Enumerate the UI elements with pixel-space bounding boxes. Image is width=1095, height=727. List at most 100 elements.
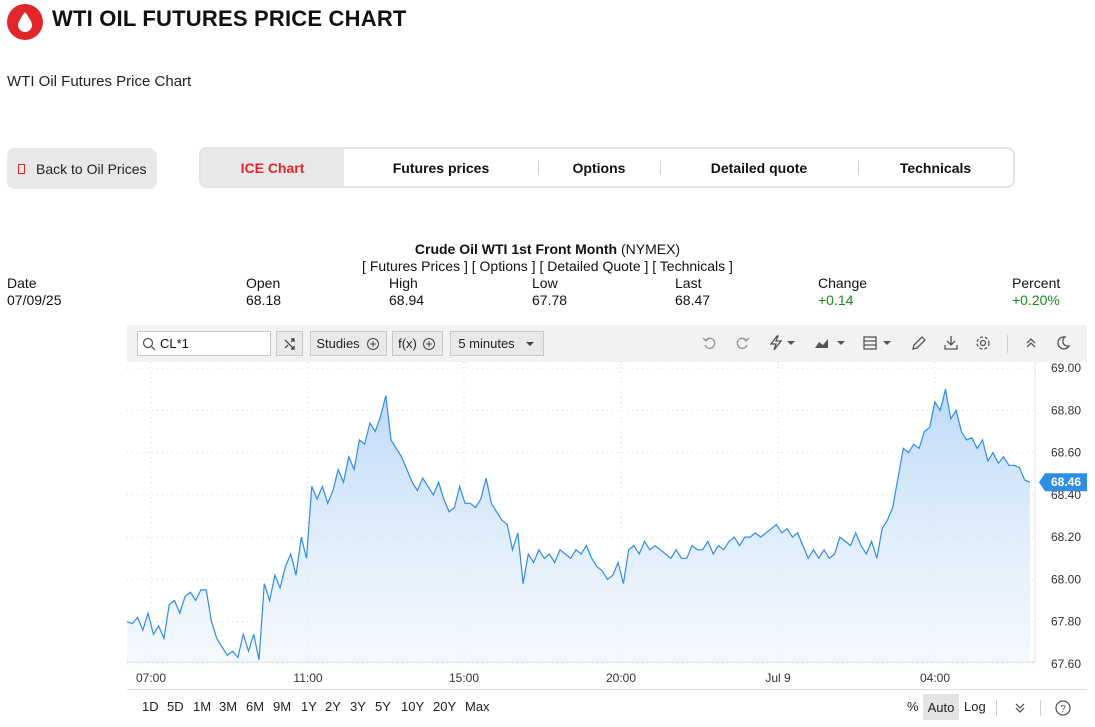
x-tick-label: 07:00 xyxy=(136,671,166,685)
interval-label: 5 minutes xyxy=(458,336,515,351)
high-label: High xyxy=(389,275,418,291)
back-icon xyxy=(18,163,25,174)
x-tick-label: Jul 9 xyxy=(765,671,791,685)
instrument-name: Crude Oil WTI 1st Front Month xyxy=(414,241,618,257)
settings-icon[interactable] xyxy=(973,333,993,353)
range-3m[interactable]: 3M xyxy=(219,699,237,714)
toolbar-divider xyxy=(1007,335,1008,353)
last-value: 68.47 xyxy=(675,292,711,308)
chevron-down-icon xyxy=(525,341,534,346)
undo-icon[interactable] xyxy=(700,333,720,353)
percent-scale-button[interactable]: % xyxy=(907,699,919,714)
low-label: Low xyxy=(532,275,558,291)
last-price-label: 68.46 xyxy=(1051,475,1081,489)
function-label: f(x) xyxy=(398,336,417,351)
auto-scale-button[interactable]: Auto xyxy=(923,694,959,720)
range-divider xyxy=(996,700,997,716)
pencil-icon[interactable] xyxy=(909,333,929,353)
y-tick-label: 69.00 xyxy=(1051,362,1081,375)
range-2y[interactable]: 2Y xyxy=(325,699,341,714)
plus-circle-icon xyxy=(366,337,379,350)
lightning-icon[interactable] xyxy=(765,333,799,353)
open-value: 68.18 xyxy=(246,292,282,308)
range-10y[interactable]: 10Y xyxy=(401,699,424,714)
last-label: Last xyxy=(675,275,702,291)
range-1d[interactable]: 1D xyxy=(142,699,159,714)
percent-label: Percent xyxy=(1012,275,1061,291)
high-value: 68.94 xyxy=(389,292,425,308)
x-tick-label: 15:00 xyxy=(449,671,479,685)
exchange-name: (NYMEX) xyxy=(620,241,681,257)
back-button-label: Back to Oil Prices xyxy=(36,160,147,177)
range-1y[interactable]: 1Y xyxy=(301,699,317,714)
svg-text:?: ? xyxy=(1060,704,1066,715)
change-value: +0.14 xyxy=(818,292,854,308)
page-title: WTI OIL FUTURES PRICE CHART xyxy=(52,6,407,31)
instrument-title: Crude Oil WTI 1st Front Month (NYMEX) xyxy=(0,241,1095,257)
symbol-input[interactable] xyxy=(160,336,260,351)
expand-down-icon[interactable] xyxy=(1012,700,1028,719)
percent-value: +0.20% xyxy=(1012,292,1060,308)
open-label: Open xyxy=(246,275,281,291)
interval-select[interactable]: 5 minutes xyxy=(450,331,544,356)
price-chart-svg: 69.0068.8068.6068.4068.2068.0067.8067.60… xyxy=(126,361,1087,685)
quote-links[interactable]: [ Futures Prices ] [ Options ] [ Detaile… xyxy=(0,258,1095,274)
layout-icon[interactable] xyxy=(861,333,895,353)
range-20y[interactable]: 20Y xyxy=(433,699,456,714)
date-label: Date xyxy=(7,275,37,291)
x-tick-label: 20:00 xyxy=(606,671,636,685)
chart-tabs: ICE Chart Futures prices Options Detaile… xyxy=(199,147,1015,188)
y-tick-label: 68.00 xyxy=(1051,572,1081,586)
chart-bottom-divider xyxy=(127,689,1087,690)
download-icon[interactable] xyxy=(941,333,961,353)
change-label: Change xyxy=(818,275,868,291)
chart-toolbar: Studies f(x) 5 minutes xyxy=(127,325,1087,362)
price-area xyxy=(127,389,1030,662)
range-1m[interactable]: 1M xyxy=(193,699,211,714)
function-button[interactable]: f(x) xyxy=(392,331,443,356)
tab-label: ICE Chart xyxy=(240,159,305,176)
search-icon xyxy=(142,337,156,350)
collapse-up-icon[interactable] xyxy=(1021,333,1041,353)
range-3y[interactable]: 3Y xyxy=(350,699,366,714)
page-subtitle: WTI Oil Futures Price Chart xyxy=(7,73,192,90)
tab-detailed-quote[interactable]: Detailed quote xyxy=(660,149,858,186)
date-value: 07/09/25 xyxy=(7,292,62,308)
tab-label: Futures prices xyxy=(392,159,490,176)
log-scale-button[interactable]: Log xyxy=(964,699,986,714)
x-tick-label: 11:00 xyxy=(293,671,322,685)
tab-technicals[interactable]: Technicals xyxy=(858,149,1013,186)
y-tick-label: 67.80 xyxy=(1051,615,1081,629)
y-tick-label: 68.80 xyxy=(1051,403,1081,417)
tab-ice-chart[interactable]: ICE Chart xyxy=(201,149,344,186)
range-5d[interactable]: 5D xyxy=(167,699,184,714)
range-6m[interactable]: 6M xyxy=(246,699,264,714)
range-9m[interactable]: 9M xyxy=(273,699,291,714)
y-tick-label: 68.60 xyxy=(1051,446,1081,460)
redo-icon[interactable] xyxy=(732,333,752,353)
studies-button[interactable]: Studies xyxy=(310,331,387,356)
auto-scale-label: Auto xyxy=(927,699,955,715)
tab-options[interactable]: Options xyxy=(538,149,660,186)
shuffle-icon xyxy=(284,337,295,350)
compare-button[interactable] xyxy=(276,331,303,356)
help-icon[interactable]: ? xyxy=(1054,699,1072,720)
studies-label: Studies xyxy=(316,336,360,351)
tab-futures-prices[interactable]: Futures prices xyxy=(344,149,538,186)
plus-circle-icon xyxy=(422,337,435,350)
range-5y[interactable]: 5Y xyxy=(375,699,391,714)
tab-label: Detailed quote xyxy=(710,159,808,176)
dark-mode-icon[interactable] xyxy=(1053,333,1073,353)
y-tick-label: 68.20 xyxy=(1051,530,1081,544)
tab-label: Technicals xyxy=(899,159,972,176)
low-value: 67.78 xyxy=(532,292,568,308)
back-to-oil-prices-button[interactable]: Back to Oil Prices xyxy=(7,148,157,189)
symbol-search[interactable] xyxy=(137,331,271,356)
oil-drop-icon xyxy=(7,4,43,40)
area-chart-icon[interactable] xyxy=(813,333,847,353)
range-max[interactable]: Max xyxy=(465,699,490,714)
price-chart[interactable]: 69.00 68.80 68.60 68.40 68.20 68.00 67.80 67.60… xyxy=(126,361,1087,690)
y-tick-label: 67.60 xyxy=(1051,657,1081,671)
tab-label: Options xyxy=(572,159,626,176)
range-divider xyxy=(1040,700,1041,716)
